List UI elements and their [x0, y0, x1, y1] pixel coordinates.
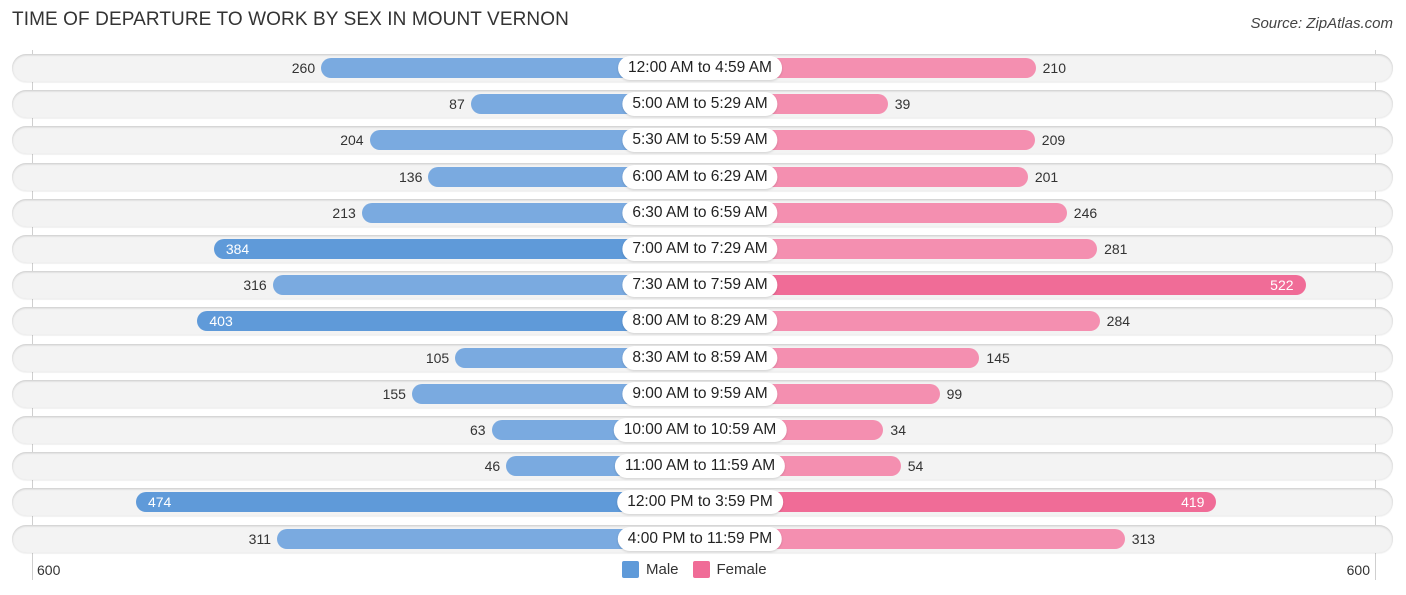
value-label-male: 87: [449, 96, 465, 113]
category-label: 7:30 AM to 7:59 AM: [622, 273, 778, 298]
value-label-male: 260: [291, 60, 316, 76]
legend-item-female: Female: [692, 561, 767, 578]
category-label: 9:00 AM to 9:59 AM: [622, 381, 778, 406]
value-label-female: 201: [1034, 168, 1059, 185]
legend-item-male: Male: [622, 561, 679, 578]
value-label-male: 311: [248, 530, 271, 547]
value-label-male: 46: [484, 458, 501, 475]
value-label-female: 419: [1181, 494, 1205, 511]
bar-female: [700, 275, 1306, 296]
legend: Male Female: [622, 561, 781, 578]
value-label-male: 136: [399, 168, 423, 185]
category-label: 10:00 AM to 10:59 AM: [613, 418, 787, 442]
category-label: 12:00 PM to 3:59 PM: [617, 490, 783, 515]
value-label-male: 155: [382, 385, 406, 402]
value-label-female: 99: [946, 385, 963, 402]
legend-label-female: Female: [716, 561, 767, 578]
category-label: 8:30 AM to 8:59 AM: [622, 345, 778, 370]
value-label-female: 34: [890, 422, 906, 438]
category-label: 11:00 AM to 11:59 AM: [614, 454, 786, 479]
category-label: 8:00 AM to 8:29 AM: [622, 309, 778, 334]
category-label: 4:00 PM to 11:59 PM: [617, 526, 783, 551]
value-label-male: 204: [340, 132, 364, 149]
value-label-male: 384: [225, 241, 250, 257]
category-label: 6:00 AM to 6:29 AM: [622, 164, 778, 189]
chart-title: TIME OF DEPARTURE TO WORK BY SEX IN MOUN…: [12, 9, 569, 30]
category-label: 12:00 AM to 4:59 AM: [618, 56, 782, 80]
value-label-female: 522: [1270, 277, 1294, 294]
value-label-female: 246: [1073, 204, 1098, 221]
value-label-female: 54: [907, 458, 924, 475]
value-label-female: 210: [1042, 60, 1066, 76]
legend-label-male: Male: [646, 561, 679, 578]
value-label-female: 145: [986, 349, 1010, 366]
category-label: 6:30 AM to 6:59 AM: [622, 200, 778, 225]
value-label-female: 313: [1131, 530, 1156, 547]
value-label-female: 39: [894, 96, 911, 113]
value-label-female: 281: [1104, 241, 1128, 257]
category-label: 7:00 AM to 7:29 AM: [622, 237, 778, 261]
value-label-male: 105: [425, 349, 450, 366]
value-label-male: 213: [332, 204, 356, 221]
right-axis-tick: 600: [1346, 562, 1370, 578]
legend-swatch-female: [692, 561, 710, 578]
legend-swatch-male: [622, 561, 639, 578]
category-label: 5:00 AM to 5:29 AM: [622, 92, 778, 117]
value-label-female: 209: [1041, 132, 1066, 149]
value-label-male: 63: [469, 422, 486, 438]
value-label-male: 403: [209, 313, 233, 330]
left-axis-tick: 600: [37, 562, 61, 578]
bar-male: [135, 492, 700, 513]
value-label-male: 316: [243, 277, 267, 294]
value-label-female: 284: [1106, 313, 1131, 330]
value-label-male: 474: [147, 494, 172, 511]
category-label: 5:30 AM to 5:59 AM: [622, 128, 778, 153]
source-label: Source: ZipAtlas.com: [1250, 15, 1393, 32]
